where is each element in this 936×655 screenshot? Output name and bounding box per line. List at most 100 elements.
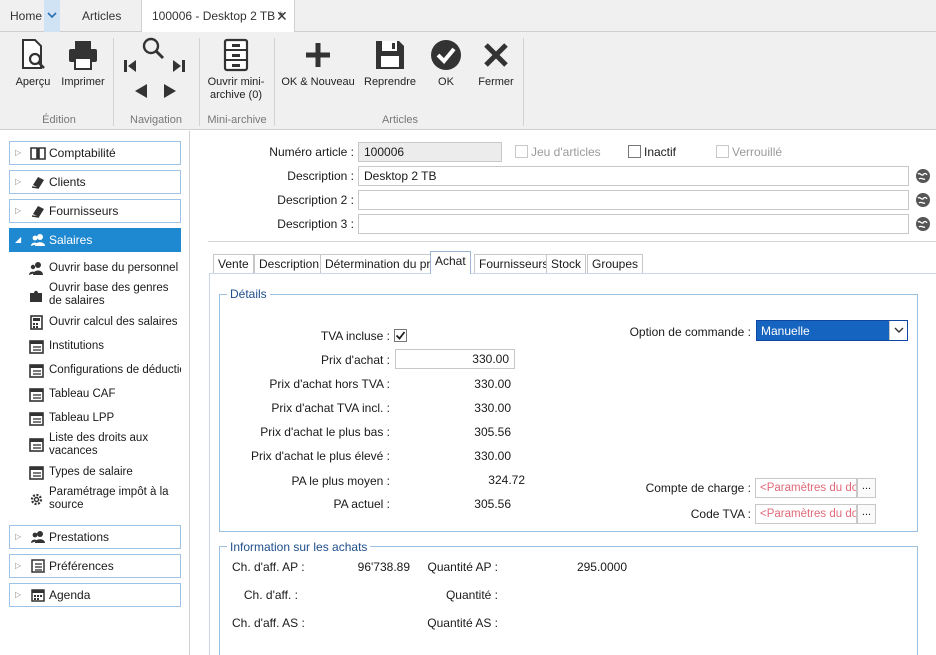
close-tab-icon[interactable]: ✕ <box>276 0 288 32</box>
ok-nouveau-label: OK & Nouveau <box>281 76 355 88</box>
code-tva-field[interactable]: <Paramètres du dossier> <box>755 504 857 524</box>
jeu-articles-checkbox[interactable] <box>515 145 528 158</box>
sidebar-subitem-label: Institutions <box>49 340 104 352</box>
next-record-button[interactable] <box>162 83 178 102</box>
document-tab-strip: Home Articles 100006 - Desktop 2 TB * ✕ <box>0 0 936 33</box>
pa-plus-moyen-value: 324.72 <box>488 473 525 487</box>
description-field[interactable]: Desktop 2 TB <box>358 166 909 186</box>
globe-icon[interactable] <box>915 192 931 208</box>
tab-document[interactable]: 100006 - Desktop 2 TB * ✕ <box>141 0 295 33</box>
users-icon <box>29 262 43 275</box>
globe-icon[interactable] <box>915 168 931 184</box>
sidebar-subitem-label: Paramétrage impôt à la source <box>49 486 169 511</box>
tab-vente[interactable]: Vente <box>213 254 254 273</box>
quantite-as-label: Quantité AS : <box>427 616 498 630</box>
quantite-ap-label: Quantité AP : <box>427 560 499 574</box>
compte-charge-browse-button[interactable]: ... <box>857 478 876 498</box>
sidebar-item-clients[interactable]: ▷ Clients <box>9 170 181 194</box>
sidebar-item-fournisseurs[interactable]: ▷ Fournisseurs <box>9 199 181 223</box>
users-icon <box>31 531 45 543</box>
tab-description[interactable]: Description <box>254 254 325 273</box>
sidebar-subitem-label: Ouvrir base du personnel <box>49 262 179 274</box>
sidebar-item-salaires[interactable]: ◢ Salaires <box>9 228 181 252</box>
prix-plus-bas-value: 305.56 <box>474 425 511 439</box>
code-tva-browse-button[interactable]: ... <box>857 504 876 524</box>
imprimer-button[interactable]: Imprimer <box>58 38 108 89</box>
sidebar-item-label: Clients <box>49 175 86 189</box>
last-icon <box>173 60 185 72</box>
sidebar-item-label: Préférences <box>49 559 114 573</box>
first-record-button[interactable] <box>122 58 138 77</box>
ch-aff-label: Ch. d'aff. : <box>243 588 298 602</box>
checkmark-icon <box>395 331 406 340</box>
compte-charge-field[interactable]: <Paramètres du dossier> <box>755 478 857 498</box>
apercu-label: Aperçu <box>15 76 51 88</box>
tva-incluse-label: TVA incluse : <box>320 329 390 343</box>
prix-achat-field[interactable]: 330.00 <box>395 349 515 369</box>
tab-groupes[interactable]: Groupes <box>587 254 644 273</box>
description3-label: Description 3 : <box>277 217 354 231</box>
tab-determination-prix[interactable]: Détermination du prix <box>320 254 445 273</box>
globe-icon[interactable] <box>915 216 931 232</box>
sidebar-item-prestations[interactable]: ▷ Prestations <box>9 525 181 549</box>
puzzle-icon <box>30 290 42 302</box>
tab-articles[interactable]: Articles <box>82 0 121 32</box>
sidebar-subitem-label: Liste des droits aux vacances <box>49 432 149 457</box>
address-book-icon <box>31 206 44 218</box>
tab-achat[interactable]: Achat <box>430 251 471 274</box>
option-commande-select[interactable]: Manuelle <box>756 320 908 341</box>
address-book-icon <box>31 177 44 189</box>
sidebar-item-label: Fournisseurs <box>49 204 119 218</box>
pa-actuel-value: 305.56 <box>474 497 511 511</box>
option-commande-label: Option de commande : <box>629 325 751 339</box>
users-icon <box>31 234 45 246</box>
tab-stock[interactable]: Stock <box>546 254 587 273</box>
search-nav-button[interactable] <box>140 36 166 65</box>
verrouille-checkbox[interactable] <box>716 145 729 158</box>
group-mini-archive-label: Mini-archive <box>207 114 267 126</box>
printer-icon <box>69 41 97 70</box>
dropdown-arrow-button[interactable] <box>889 321 907 340</box>
calculator-icon <box>30 315 43 330</box>
gear-icon <box>30 493 43 506</box>
sidebar-item-comptabilite[interactable]: ▷ Comptabilité <box>9 141 181 165</box>
prix-plus-bas-label: Prix d'achat le plus bas : <box>260 425 390 439</box>
table-icon <box>29 364 44 378</box>
inactif-checkbox[interactable] <box>628 145 641 158</box>
first-icon <box>124 60 136 72</box>
last-record-button[interactable] <box>171 58 187 77</box>
close-x-icon <box>484 43 508 67</box>
jeu-articles-label: Jeu d'articles <box>531 145 601 159</box>
description2-field[interactable] <box>358 190 909 210</box>
reprendre-label: Reprendre <box>364 76 416 88</box>
inactif-label: Inactif <box>644 145 677 159</box>
tab-home[interactable]: Home <box>10 0 42 32</box>
tva-incluse-checkbox[interactable] <box>394 329 407 342</box>
ok-button[interactable]: OK <box>424 38 468 89</box>
sidebar-subitem-label: Tableau CAF <box>49 388 116 400</box>
fermer-label: Fermer <box>478 76 514 88</box>
reprendre-button[interactable]: Reprendre <box>360 38 420 89</box>
numero-article-field[interactable]: 100006 <box>358 142 502 162</box>
description3-field[interactable] <box>358 214 909 234</box>
home-dropdown-button[interactable] <box>44 0 60 32</box>
sidebar-item-preferences[interactable]: ▷ Préférences <box>9 554 181 578</box>
tab-fournisseurs[interactable]: Fournisseurs <box>474 254 554 273</box>
previous-record-button[interactable] <box>133 83 149 102</box>
ouvrir-mini-archive-label-2: archive (0) <box>210 89 262 101</box>
prix-plus-eleve-label: Prix d'achat le plus élevé : <box>250 449 390 463</box>
ok-nouveau-button[interactable]: OK & Nouveau <box>280 38 356 89</box>
calendar-icon <box>31 589 45 602</box>
sidebar-item-agenda[interactable]: ▷ Agenda <box>9 583 181 607</box>
prix-achat-hors-tva-value: 330.00 <box>474 377 511 391</box>
apercu-button[interactable]: Aperçu <box>10 38 56 89</box>
expand-arrow-icon: ▷ <box>15 206 22 215</box>
group-edition-label: Édition <box>42 114 76 126</box>
expand-arrow-icon: ▷ <box>15 590 22 599</box>
table-icon <box>29 438 44 452</box>
sidebar-subitem-label: Types de salaire <box>49 466 133 478</box>
ouvrir-mini-archive-button[interactable]: Ouvrir mini- archive (0) <box>204 38 268 102</box>
pa-plus-moyen-label: PA le plus moyen : <box>291 474 391 488</box>
ribbon-separator <box>523 38 524 126</box>
fermer-button[interactable]: Fermer <box>474 38 518 89</box>
